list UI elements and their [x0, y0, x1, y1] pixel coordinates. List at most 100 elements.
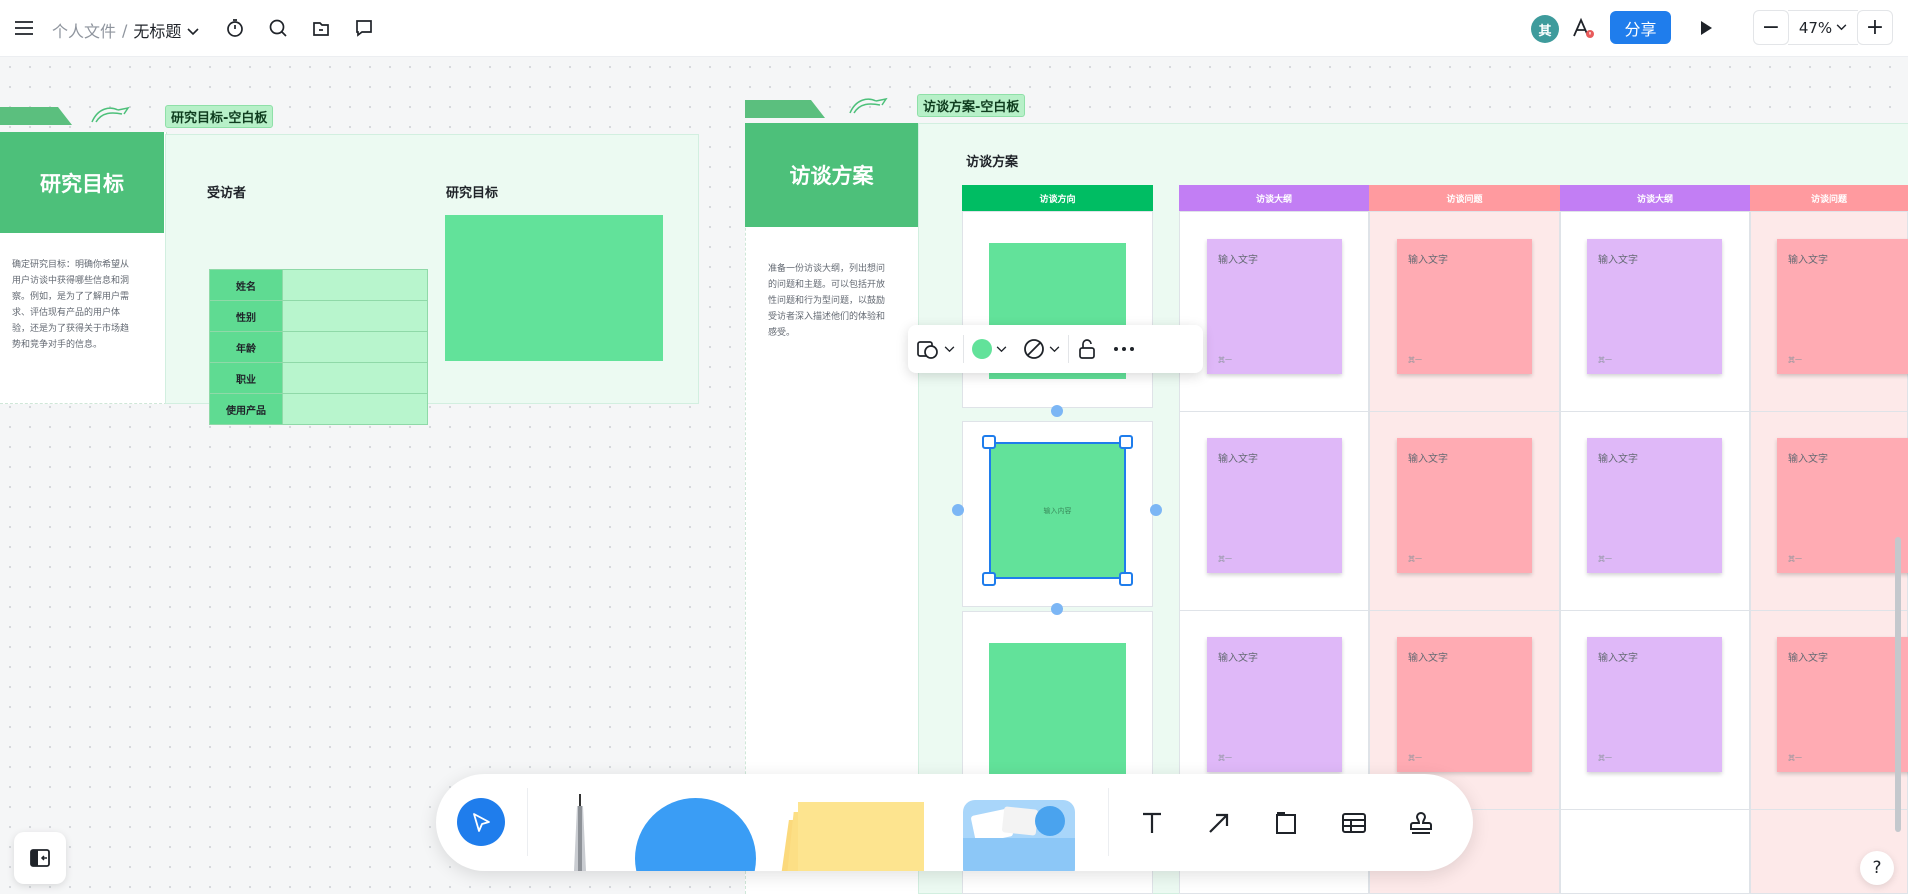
share-button[interactable]: 分享 [1610, 11, 1671, 44]
shape-type-select[interactable] [908, 325, 963, 373]
sticky-note[interactable]: 输入文字 其一 [1777, 637, 1908, 772]
search-icon[interactable] [264, 14, 292, 42]
sticky-text: 输入文字 [1788, 454, 1828, 465]
breadcrumb-parent[interactable]: 个人文件 [52, 18, 116, 42]
material-library-tool[interactable] [963, 800, 1075, 871]
zoom-in-button[interactable]: + [1857, 10, 1893, 45]
menu-icon[interactable] [10, 14, 38, 42]
stamp-tool[interactable] [1399, 803, 1443, 843]
resize-handle[interactable] [982, 435, 996, 449]
sticky-text: 输入文字 [1218, 255, 1258, 266]
direction-sticky[interactable] [989, 643, 1126, 783]
frame-description: 准备一份访谈大纲，列出想问的问题和主题。可以包括开放性问题和行为型问题，以鼓励受… [768, 264, 886, 338]
column-header: 访谈问题 [1369, 185, 1560, 211]
table-input[interactable] [282, 362, 428, 394]
divider [527, 788, 528, 856]
pen-tool[interactable] [573, 794, 587, 871]
more-button[interactable] [1105, 325, 1143, 373]
sticky-note[interactable]: 输入文字 其一 [1207, 637, 1342, 772]
layers-panel-button[interactable] [14, 832, 66, 884]
present-icon[interactable] [1692, 14, 1720, 42]
sticky-note[interactable]: 输入文字 其一 [1777, 438, 1908, 573]
table-tool[interactable] [1332, 803, 1376, 843]
tool-dock [436, 774, 1473, 871]
row-divider [1179, 610, 1908, 611]
chevron-down-icon[interactable] [187, 21, 199, 40]
sticky-author: 其一 [1218, 754, 1232, 762]
sticky-note-tool[interactable] [779, 802, 924, 871]
sticky-note[interactable]: 输入文字 其一 [1397, 438, 1532, 573]
table-row: 使用产品 [209, 393, 428, 425]
more-icon [1114, 347, 1134, 351]
table-input[interactable] [282, 331, 428, 363]
vertical-scrollbar[interactable] [1895, 537, 1901, 832]
sticky-text: 输入文字 [1408, 255, 1448, 266]
connector-point[interactable] [1150, 504, 1162, 516]
table-label: 姓名 [209, 269, 283, 301]
sticky-text: 输入文字 [1218, 653, 1258, 664]
folder-tab [0, 107, 72, 125]
doc-title[interactable]: 无标题 [133, 18, 181, 42]
sticky-text: 输入文字 [1788, 255, 1828, 266]
timer-icon[interactable] [221, 14, 249, 42]
zoom-out-button[interactable]: − [1753, 10, 1789, 45]
sticky-note[interactable]: 输入文字 其一 [1397, 239, 1532, 374]
frame-tool[interactable] [1264, 803, 1308, 843]
sticky-note[interactable]: 输入文字 其一 [1777, 239, 1908, 374]
sticky-text: 输入文字 [1408, 454, 1448, 465]
help-button[interactable]: ? [1860, 851, 1894, 885]
table-input[interactable] [282, 300, 428, 332]
select-tool-button[interactable] [457, 798, 505, 846]
connector-point[interactable] [952, 504, 964, 516]
goal-input-area[interactable] [445, 215, 663, 361]
chevron-down-icon [996, 345, 1007, 352]
table-label: 职业 [209, 362, 283, 394]
chevron-down-icon [944, 345, 955, 352]
table-input[interactable] [282, 393, 428, 425]
table-label: 年龄 [209, 331, 283, 363]
resize-handle[interactable] [1119, 572, 1133, 586]
top-bar: 个人文件 / 无标题 其 分享 − 47% + [0, 0, 1908, 57]
selection-box[interactable] [989, 442, 1126, 579]
whiteboard-canvas[interactable]: 研究目标-空白板 研究目标 确定研究目标：明确你希望从用户访谈中获得哪些信息和洞… [0, 57, 1908, 894]
sticky-text: 输入文字 [1598, 454, 1638, 465]
frame-tag[interactable]: 研究目标-空白板 [165, 105, 274, 128]
resize-handle[interactable] [982, 572, 996, 586]
template-icon[interactable] [307, 14, 335, 42]
sticky-text: 输入文字 [1598, 653, 1638, 664]
text-tool[interactable] [1130, 803, 1174, 843]
frame-tag[interactable]: 访谈方案-空白板 [917, 94, 1026, 117]
comment-icon[interactable] [350, 14, 378, 42]
interviewee-table: 姓名 性别 年龄 职业 使用产品 [209, 269, 428, 425]
resize-handle[interactable] [1119, 435, 1133, 449]
shape-tool[interactable] [635, 798, 756, 871]
leaf-icon [846, 93, 894, 121]
table-input[interactable] [282, 269, 428, 301]
cursor-icon [473, 813, 490, 832]
sticky-note[interactable]: 输入文字 其一 [1397, 637, 1532, 772]
sticky-text: 输入文字 [1788, 653, 1828, 664]
font-style-icon[interactable] [1569, 14, 1597, 42]
sticky-note[interactable]: 输入文字 其一 [1587, 637, 1722, 772]
sticky-author: 其一 [1788, 555, 1802, 563]
frame-icon [1276, 812, 1296, 834]
frame-title: 研究目标 [0, 132, 164, 233]
zoom-level-value: 47% [1798, 18, 1833, 37]
connector-point[interactable] [1051, 603, 1063, 615]
sticky-note[interactable]: 输入文字 其一 [1207, 438, 1342, 573]
connector-point[interactable] [1051, 405, 1063, 417]
table-row: 年龄 [209, 331, 428, 363]
sticky-note[interactable]: 输入文字 其一 [1207, 239, 1342, 374]
column-header: 访谈方向 [962, 185, 1153, 211]
sticky-note[interactable]: 输入文字 其一 [1587, 438, 1722, 573]
border-style-select[interactable] [1015, 325, 1068, 373]
sticky-author: 其一 [1218, 356, 1232, 364]
table-row: 姓名 [209, 269, 428, 301]
sticky-note[interactable]: 输入文字 其一 [1587, 239, 1722, 374]
zoom-level-select[interactable]: 47% [1788, 10, 1858, 45]
connector-tool[interactable] [1197, 803, 1241, 843]
table-row: 职业 [209, 362, 428, 394]
fill-color-select[interactable] [964, 325, 1015, 373]
avatar[interactable]: 其 [1531, 15, 1559, 43]
lock-button[interactable] [1069, 325, 1105, 373]
